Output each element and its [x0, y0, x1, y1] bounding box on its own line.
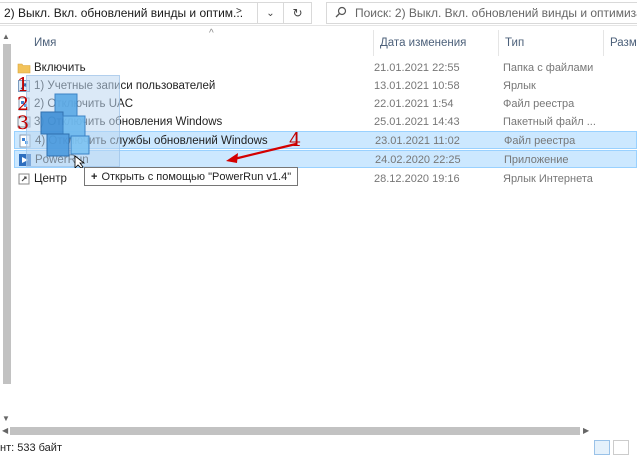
file-type: Ярлык Интернета [503, 173, 593, 185]
file-date: 28.12.2020 19:16 [374, 173, 460, 185]
file-type: Ярлык [503, 80, 536, 92]
view-switcher [594, 440, 629, 455]
column-size[interactable]: Разме [604, 30, 637, 56]
annotation-arrow-icon [226, 142, 297, 163]
file-type: Пакетный файл ... [503, 116, 596, 128]
toolbar: 2) Выкл. Вкл. обновлений винды и оптим..… [0, 0, 637, 26]
file-date: 13.01.2021 10:58 [374, 80, 460, 92]
status-bar: нт: 533 байт [0, 438, 637, 457]
address-bar[interactable]: 2) Выкл. Вкл. обновлений винды и оптим..… [0, 2, 258, 24]
search-placeholder: Поиск: 2) Выкл. Вкл. обновлений винды и … [355, 6, 637, 20]
plus-icon: + [91, 170, 98, 183]
column-header: ^ Имя Дата изменения Тип Разме [14, 28, 637, 56]
vertical-scroll-thumb[interactable] [3, 44, 11, 384]
scroll-up-icon[interactable]: ▲ [2, 32, 10, 41]
vertical-scrollbar[interactable]: ▲ ▼ [0, 30, 14, 430]
column-type[interactable]: Тип [499, 30, 604, 56]
file-type: Приложение [504, 154, 569, 166]
scroll-left-icon[interactable]: ◀ [2, 426, 8, 435]
file-date: 25.01.2021 14:43 [374, 116, 460, 128]
chevron-right-icon[interactable]: > [236, 6, 242, 17]
file-date: 23.01.2021 11:02 [375, 135, 460, 147]
scroll-right-icon[interactable]: ▶ [583, 426, 589, 435]
file-type: Папка с файлами [503, 62, 594, 74]
column-date[interactable]: Дата изменения [374, 30, 499, 56]
registry-cube-icon [40, 93, 90, 169]
open-with-tooltip: + Открыть с помощью "PowerRun v1.4" [84, 167, 299, 186]
file-date: 21.01.2021 22:55 [374, 62, 460, 74]
horizontal-scrollbar[interactable]: ◀ ▶ [0, 424, 637, 438]
horizontal-scroll-thumb[interactable] [10, 427, 580, 435]
file-date: 24.02.2020 22:25 [375, 154, 461, 166]
annotation-3: 3 [17, 112, 30, 134]
search-input[interactable]: Поиск: 2) Выкл. Вкл. обновлений винды и … [326, 2, 637, 24]
chevron-down-icon: ⌄ [266, 7, 275, 19]
details-view-icon[interactable] [594, 440, 610, 455]
file-date: 22.01.2021 1:54 [374, 98, 454, 110]
large-icons-view-icon[interactable] [613, 440, 629, 455]
file-type: Файл реестра [503, 98, 575, 110]
refresh-button[interactable]: ↻ [284, 2, 312, 24]
file-type: Файл реестра [504, 135, 576, 147]
internet-shortcut-icon [17, 172, 31, 186]
column-name[interactable]: Имя [28, 30, 374, 56]
status-text: нт: 533 байт [0, 441, 62, 454]
address-dropdown-button[interactable]: ⌄ [258, 2, 284, 24]
search-icon [335, 6, 347, 21]
folder-icon [17, 61, 31, 75]
refresh-icon: ↻ [292, 6, 303, 20]
tooltip-text: Открыть с помощью "PowerRun v1.4" [101, 170, 292, 183]
scroll-down-icon[interactable]: ▼ [2, 414, 10, 423]
address-text: 2) Выкл. Вкл. обновлений винды и оптим..… [4, 6, 244, 20]
drag-preview [26, 75, 120, 169]
